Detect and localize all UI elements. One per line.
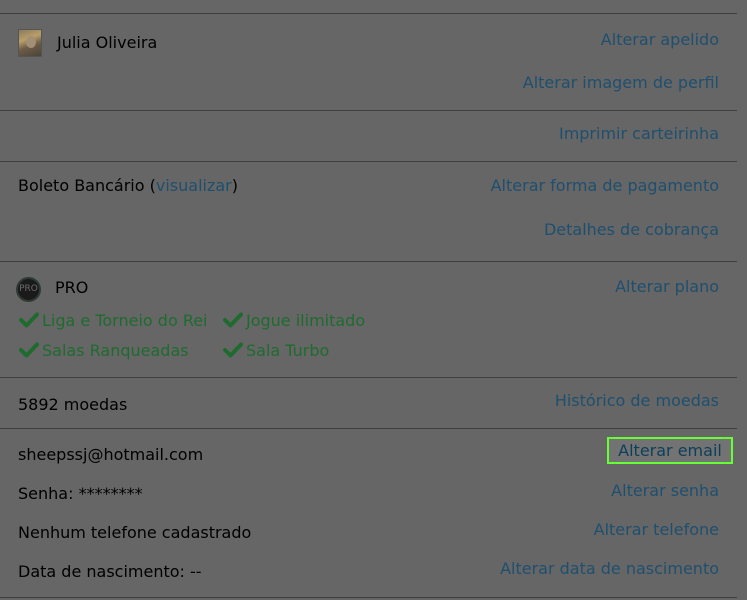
account-settings-page: Julia Oliveira Alterar apelido Alterar i… [0,0,747,600]
pro-badge-icon: PRO [16,277,41,302]
section-divider [0,597,737,598]
change-profile-picture-link[interactable]: Alterar imagem de perfil [523,73,719,93]
checkmark-icon [223,340,243,360]
view-boleto-link[interactable]: visualizar [156,176,232,195]
profile-name: Julia Oliveira [57,33,158,52]
checkmark-icon [223,310,243,330]
print-card-link[interactable]: Imprimir carteirinha [559,124,719,144]
checkmark-icon [19,310,39,330]
change-email-label: Alterar email [618,441,722,460]
change-phone-link[interactable]: Alterar telefone [594,520,719,540]
plan-feature: Sala Turbo [246,341,330,360]
payment-method-prefix: Boleto Bancário ( [18,176,156,195]
section-divider [0,377,737,378]
coin-history-link[interactable]: Histórico de moedas [555,391,719,411]
plan-name: PRO [55,278,89,297]
checkmark-icon [19,340,39,360]
change-password-link[interactable]: Alterar senha [611,481,719,501]
section-divider [0,110,737,111]
section-divider [0,261,737,262]
section-divider [0,428,737,429]
billing-details-link[interactable]: Detalhes de cobrança [544,220,719,240]
plan-feature: Jogue ilimitado [246,311,366,330]
section-divider [0,161,737,162]
change-nickname-link[interactable]: Alterar apelido [601,30,719,50]
change-plan-link[interactable]: Alterar plano [615,277,719,297]
avatar [18,29,42,57]
change-payment-method-link[interactable]: Alterar forma de pagamento [491,176,719,196]
section-divider [0,13,737,14]
account-email: sheepssj@hotmail.com [18,445,204,464]
payment-method: Boleto Bancário (visualizar) [18,176,238,196]
plan-feature: Liga e Torneio do Rei [42,311,208,330]
payment-method-suffix: ) [231,176,238,195]
change-email-button[interactable]: Alterar email [607,437,733,464]
account-birthdate: Data de nascimento: -- [18,562,202,581]
account-phone: Nenhum telefone cadastrado [18,523,252,542]
change-birthdate-link[interactable]: Alterar data de nascimento [500,559,719,579]
account-password: Senha: ******** [18,484,143,503]
coin-balance: 5892 moedas [18,395,128,414]
plan-feature: Salas Ranqueadas [42,341,189,360]
